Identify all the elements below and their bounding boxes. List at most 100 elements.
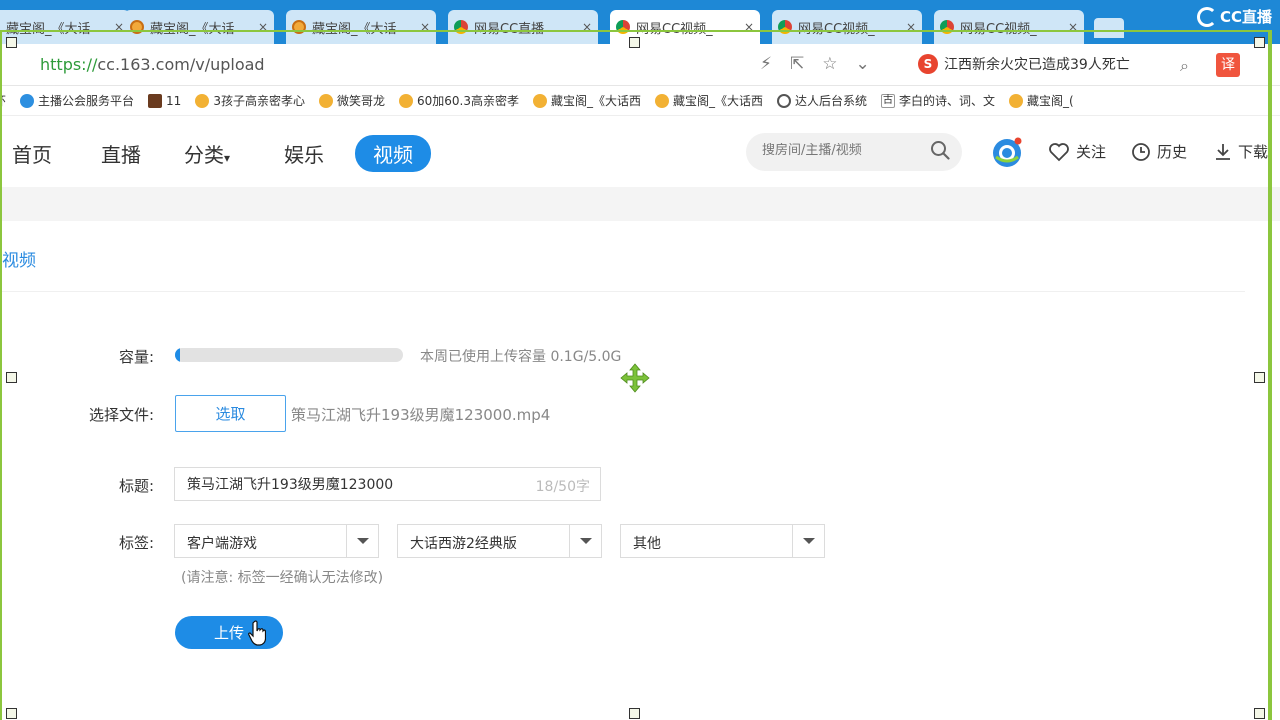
star-icon[interactable]: ☆	[822, 54, 837, 74]
share-icon[interactable]: ⇱	[790, 54, 804, 74]
history-link[interactable]: 历史	[1131, 141, 1187, 162]
nav-video[interactable]: 视频	[355, 135, 431, 172]
resize-handle[interactable]	[629, 708, 640, 719]
url-field[interactable]: https://cc.163.com/v/upload	[40, 55, 265, 74]
bookmark-item[interactable]: 环	[0, 92, 6, 109]
dropdown-arrow-icon[interactable]	[792, 525, 824, 557]
new-tab-button[interactable]	[1094, 18, 1124, 38]
resize-handle[interactable]	[6, 37, 17, 48]
title-input[interactable]	[187, 476, 517, 492]
cc-logo-icon	[1196, 6, 1217, 27]
bookmark-item[interactable]: 11	[148, 93, 181, 108]
address-actions: ⚡ ⇱ ☆ ⌄	[760, 54, 870, 74]
select-value: 客户端游戏	[187, 536, 257, 552]
bookmark-label: 环	[0, 92, 6, 109]
close-icon[interactable]: ×	[1068, 20, 1078, 34]
search-icon[interactable]	[930, 140, 950, 160]
dropdown-arrow-icon[interactable]	[569, 525, 601, 557]
close-icon[interactable]: ×	[258, 20, 268, 34]
resize-handle[interactable]	[1254, 372, 1265, 383]
close-icon[interactable]: ×	[582, 20, 592, 34]
site-search	[746, 133, 962, 171]
bookmark-label: 60加60.3高亲密孝	[416, 94, 519, 108]
file-label: 选择文件:	[88, 406, 154, 424]
browser-tab[interactable]: 藏宝阁_《大话 ×	[286, 10, 436, 44]
browser-tab[interactable]: 藏宝阁_《大话 ×	[124, 10, 274, 44]
bookmark-item[interactable]: 微笑哥龙	[318, 92, 385, 109]
download-link[interactable]: 下载	[1214, 141, 1268, 162]
divider	[0, 291, 1245, 292]
user-avatar[interactable]	[990, 135, 1024, 169]
history-label: 历史	[1157, 143, 1188, 161]
site-nav: 首页 直播 分类▾ 娱乐 视频 关注 历史 下载	[0, 117, 1280, 187]
page-title: 视频	[2, 251, 36, 271]
chevron-down-icon[interactable]: ⌄	[855, 54, 869, 74]
bookmark-item[interactable]: 古李白的诗、词、文	[881, 92, 995, 109]
selected-file-name: 策马江湖飞升193级男魔123000.mp4	[291, 406, 551, 424]
dropdown-arrow-icon[interactable]	[346, 525, 378, 557]
upload-button[interactable]: 上传	[175, 616, 283, 649]
capacity-progress-bar	[175, 348, 403, 362]
chrome-icon	[454, 20, 468, 34]
heart-icon	[1049, 142, 1069, 161]
resize-handle[interactable]	[6, 372, 17, 383]
lightning-icon[interactable]: ⚡	[760, 54, 772, 74]
treasure-icon	[130, 20, 144, 34]
resize-handle[interactable]	[6, 708, 17, 719]
bookmark-item[interactable]: 60加60.3高亲密孝	[398, 92, 519, 109]
hand-cursor-icon	[248, 620, 266, 646]
bookmark-item[interactable]: 藏宝阁_(	[1009, 92, 1074, 109]
bookmark-item[interactable]: 藏宝阁_《大话西	[654, 92, 763, 109]
url-path: cc.163.com/v/upload	[97, 55, 265, 74]
translate-button[interactable]: 译	[1216, 53, 1240, 77]
globe-icon	[777, 93, 791, 108]
tab-title: 网易CC视频_	[798, 21, 875, 37]
close-icon[interactable]: ×	[744, 20, 754, 34]
search-icon[interactable]: ⌕	[1180, 56, 1189, 76]
bookmark-label: 3孩子高亲密孝心	[213, 94, 305, 108]
bookmark-item[interactable]: 3孩子高亲密孝心	[195, 92, 305, 109]
move-icon[interactable]	[620, 363, 650, 393]
nav-category[interactable]: 分类▾	[184, 139, 230, 168]
resize-handle[interactable]	[1254, 708, 1265, 719]
close-icon[interactable]: ×	[114, 20, 124, 34]
browser-tab[interactable]: 网易CC视频_ ×	[772, 10, 922, 44]
close-icon[interactable]: ×	[420, 20, 430, 34]
nav-entertainment[interactable]: 娱乐	[284, 139, 324, 168]
chrome-icon	[616, 20, 630, 34]
resize-handle[interactable]	[1254, 37, 1265, 48]
close-icon[interactable]: ×	[906, 20, 916, 34]
follow-link[interactable]: 关注	[1048, 141, 1106, 162]
treasure-icon	[1009, 93, 1024, 108]
tag-select-game[interactable]: 大话西游2经典版	[397, 524, 602, 558]
nav-home[interactable]: 首页	[12, 139, 52, 168]
resize-handle[interactable]	[629, 37, 640, 48]
bookmark-label: 藏宝阁_(	[1027, 94, 1074, 108]
browser-tab[interactable]: 网易CC视频_ ×	[934, 10, 1084, 44]
download-icon	[1216, 143, 1230, 160]
browser-tab[interactable]: 网易CC直播 ×	[448, 10, 598, 44]
capture-frame-edge	[1268, 30, 1272, 720]
address-bar: https://cc.163.com/v/upload ⚡ ⇱ ☆ ⌄ S 江西…	[0, 44, 1280, 86]
treasure-icon	[532, 93, 547, 108]
tab-title: 藏宝阁_《大话	[150, 21, 235, 37]
tag-select-platform[interactable]: 客户端游戏	[174, 524, 379, 558]
chrome-icon	[778, 20, 792, 34]
news-headline: 江西新余火灾已造成39人死亡	[944, 57, 1130, 73]
bookmark-item[interactable]: 主播公会服务平台	[20, 92, 134, 109]
bookmark-label: 达人后台系统	[795, 94, 868, 108]
tab-title: 网易CC视频_	[636, 21, 713, 37]
news-ticker[interactable]: S 江西新余火灾已造成39人死亡	[918, 54, 1130, 74]
bookmark-item[interactable]: 藏宝阁_《大话西	[532, 92, 641, 109]
browser-tab[interactable]: 藏宝阁_《大话 ×	[0, 10, 130, 44]
bookmark-item[interactable]: 达人后台系统	[777, 92, 867, 109]
pick-file-button[interactable]: 选取	[175, 395, 286, 432]
guild-icon	[20, 93, 35, 108]
search-input[interactable]	[762, 143, 922, 158]
tag-select-other[interactable]: 其他	[620, 524, 825, 558]
nav-live[interactable]: 直播	[101, 139, 141, 168]
chevron-down-icon: ▾	[224, 151, 231, 165]
tab-title: 网易CC视频_	[960, 21, 1037, 37]
tags-note: (请注意: 标签一经确认无法修改)	[181, 570, 384, 586]
bookmark-label: 微笑哥龙	[336, 94, 385, 108]
